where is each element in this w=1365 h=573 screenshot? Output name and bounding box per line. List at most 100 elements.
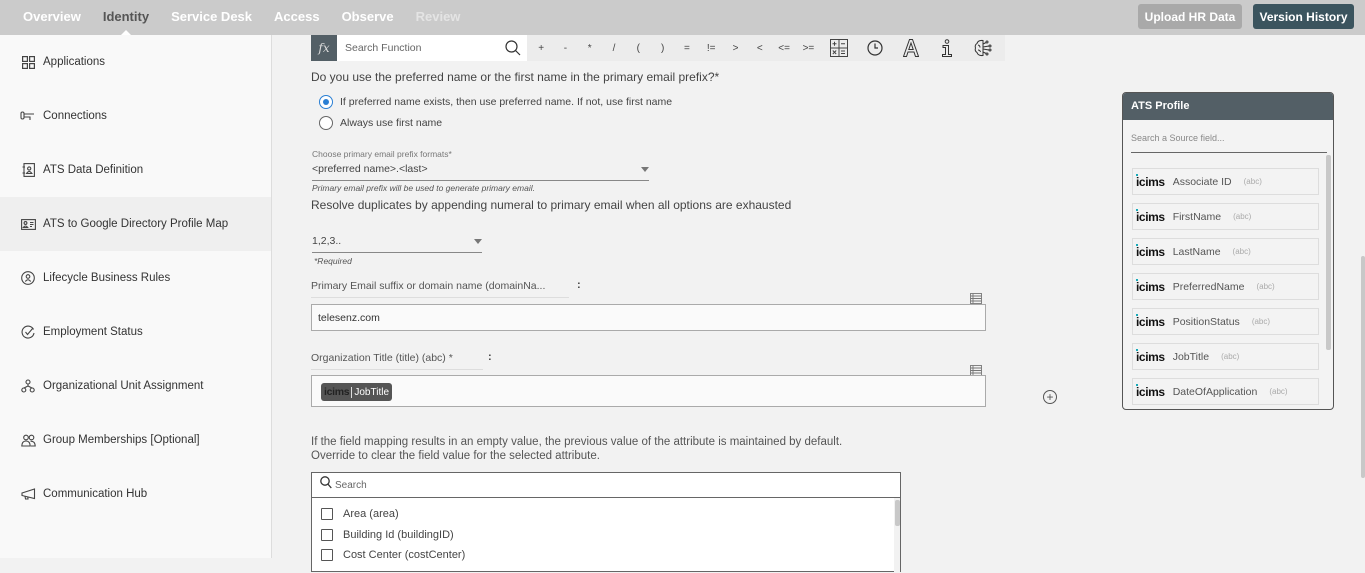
title-colon: : — [488, 351, 492, 363]
sidebar-item-group-memberships[interactable]: Group Memberships [Optional] — [0, 413, 271, 467]
empty-value-info: If the field mapping results in an empty… — [311, 435, 842, 463]
main-content: fx + - * / ( ) = != > < <= >= — [273, 35, 1365, 573]
operator-divide[interactable]: / — [602, 43, 626, 54]
info-icon[interactable] — [929, 35, 965, 61]
function-search — [337, 35, 527, 61]
attribute-item-area[interactable]: Area (area) — [321, 508, 399, 520]
function-icon[interactable]: fx — [311, 35, 337, 61]
operator-multiply[interactable]: * — [578, 43, 602, 54]
check-circle-icon — [20, 324, 36, 340]
attribute-item-building-id[interactable]: Building Id (buildingID) — [321, 529, 454, 541]
source-field-preferredname[interactable]: icims PreferredName (abc) — [1132, 273, 1319, 300]
sidebar-item-applications[interactable]: Applications — [0, 35, 271, 89]
sidebar-item-employment-status[interactable]: Employment Status — [0, 305, 271, 359]
operator-open-paren[interactable]: ( — [626, 43, 650, 54]
sidebar-item-ats-data-definition[interactable]: ATS Data Definition — [0, 143, 271, 197]
radio-label: If preferred name exists, then use prefe… — [340, 96, 673, 108]
source-field-associate-id[interactable]: icims Associate ID (abc) — [1132, 168, 1319, 195]
calculator-icon[interactable] — [821, 35, 857, 61]
operator-plus[interactable]: + — [529, 43, 553, 54]
sidebar-item-organizational-unit-assignment[interactable]: Organizational Unit Assignment — [0, 359, 271, 413]
operator-not-equals[interactable]: != — [699, 43, 723, 54]
source-field-positionstatus[interactable]: icims PositionStatus (abc) — [1132, 308, 1319, 335]
sidebar-item-communication-hub[interactable]: Communication Hub — [0, 467, 271, 521]
operator-list: + - * / ( ) = != > < <= >= — [529, 43, 821, 54]
radio-label: Always use first name — [340, 117, 443, 129]
search-function-input[interactable] — [345, 42, 505, 54]
attribute-search — [312, 473, 900, 498]
version-history-button[interactable]: Version History — [1253, 4, 1354, 29]
duplicates-select[interactable]: 1,2,3.. — [312, 235, 482, 253]
radio-button-selected[interactable] — [319, 95, 333, 109]
source-field-type: (abc) — [1243, 177, 1262, 186]
tab-service-desk[interactable]: Service Desk — [160, 0, 263, 35]
duplicates-required-hint: *Required — [314, 256, 352, 266]
sidebar-item-label: Applications — [43, 56, 106, 68]
attribute-label: Building Id (buildingID) — [343, 529, 454, 541]
sidebar-item-ats-to-google-directory-profile-map[interactable]: ATS to Google Directory Profile Map — [0, 197, 271, 251]
checkbox[interactable] — [321, 529, 333, 541]
attribute-list-scrollbar[interactable] — [894, 498, 900, 573]
tab-overview[interactable]: Overview — [12, 0, 92, 35]
id-card-icon — [20, 216, 36, 232]
source-field-name: LastName — [1172, 245, 1221, 258]
sidebar-item-connections[interactable]: Connections — [0, 89, 271, 143]
operator-less-than[interactable]: < — [748, 43, 772, 54]
tab-observe[interactable]: Observe — [331, 0, 405, 35]
radio-preferred-name[interactable]: If preferred name exists, then use prefe… — [319, 95, 672, 109]
attribute-search-input[interactable] — [335, 479, 835, 491]
checkbox[interactable] — [321, 508, 333, 520]
scrollbar-thumb[interactable] — [895, 500, 900, 526]
add-circle-icon[interactable]: + — [1043, 390, 1057, 404]
ai-brain-icon[interactable] — [965, 35, 1001, 61]
source-field-name: PreferredName — [1172, 280, 1245, 293]
prefix-format-value: <preferred name>.<last> — [312, 163, 428, 175]
source-field-type: (abc) — [1269, 387, 1288, 396]
source-field-dateofapplication[interactable]: icims DateOfApplication (abc) — [1132, 378, 1319, 405]
users-icon — [20, 432, 36, 448]
operator-minus[interactable]: - — [553, 43, 577, 54]
icims-logo: icims — [324, 386, 350, 398]
upload-hr-data-button[interactable]: Upload HR Data — [1138, 4, 1242, 29]
checkbox[interactable] — [321, 549, 333, 561]
radio-button[interactable] — [319, 116, 333, 130]
radio-first-name[interactable]: Always use first name — [319, 116, 442, 130]
search-icon[interactable] — [505, 40, 521, 61]
operator-greater-than[interactable]: > — [723, 43, 747, 54]
tab-access[interactable]: Access — [263, 0, 331, 35]
operator-less-equal[interactable]: <= — [772, 43, 796, 54]
domain-input[interactable] — [312, 305, 985, 330]
text-format-icon[interactable] — [893, 35, 929, 61]
title-mapping-box[interactable]: icims JobTitle — [311, 375, 986, 407]
megaphone-icon — [20, 486, 36, 502]
sidebar-item-lifecycle-business-rules[interactable]: Lifecycle Business Rules — [0, 251, 271, 305]
grid-icon — [20, 54, 36, 70]
duplicates-description: Resolve duplicates by appending numeral … — [311, 198, 792, 212]
attribute-item-cost-center[interactable]: Cost Center (costCenter) — [321, 549, 465, 561]
domain-input-box[interactable] — [311, 304, 986, 331]
ats-profile-scrollbar[interactable] — [1326, 155, 1331, 350]
source-field-search-input[interactable] — [1131, 133, 1327, 143]
source-field-search — [1131, 126, 1327, 153]
attribute-override-list: Area (area) Building Id (buildingID) Cos… — [311, 472, 901, 573]
source-field-jobtitle[interactable]: icims JobTitle (abc) — [1132, 343, 1319, 370]
page-scrollbar[interactable] — [1361, 256, 1365, 478]
tab-review[interactable]: Review — [405, 0, 472, 35]
source-field-firstname[interactable]: icims FirstName (abc) — [1132, 203, 1319, 230]
domain-colon: : — [577, 279, 581, 291]
operator-close-paren[interactable]: ) — [650, 43, 674, 54]
tab-identity[interactable]: Identity — [92, 0, 160, 35]
operator-equals[interactable]: = — [675, 43, 699, 54]
operator-greater-equal[interactable]: >= — [796, 43, 820, 54]
key-connector-icon — [20, 108, 36, 124]
sidebar-item-label: Communication Hub — [43, 488, 148, 500]
source-field-lastname[interactable]: icims LastName (abc) — [1132, 238, 1319, 265]
clock-icon[interactable] — [857, 35, 893, 61]
sidebar-item-label: Organizational Unit Assignment — [43, 380, 204, 392]
mapped-field-chip[interactable]: icims JobTitle — [321, 383, 393, 401]
icims-logo: icims — [1136, 173, 1165, 189]
icims-logo: icims — [1136, 383, 1165, 399]
prefix-format-select[interactable]: <preferred name>.<last> — [312, 163, 649, 181]
source-field-name: FirstName — [1172, 210, 1222, 223]
prefix-format-hint: Primary email prefix will be used to gen… — [312, 183, 535, 193]
